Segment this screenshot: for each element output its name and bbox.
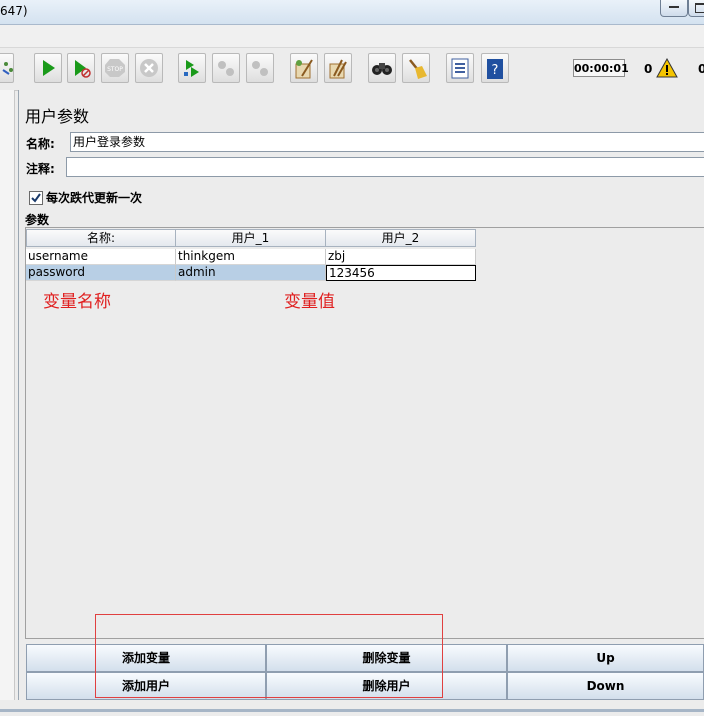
parameters-table xyxy=(25,227,704,639)
search-binoculars-icon xyxy=(372,63,392,75)
warning-count: 0 xyxy=(644,62,653,76)
table-cell-editing[interactable]: 123456 xyxy=(326,265,476,281)
checkbox-label: 每次跌代更新一次 xyxy=(46,191,143,205)
stop-icon: STOP xyxy=(105,59,125,77)
minimize-button[interactable] xyxy=(660,0,688,17)
table-cell[interactable]: username xyxy=(26,249,176,265)
up-button[interactable]: Up xyxy=(507,644,704,672)
remote-stop-icon xyxy=(218,61,234,76)
remote-start-button[interactable] xyxy=(178,53,206,83)
comment-field[interactable] xyxy=(66,157,704,177)
shutdown-icon xyxy=(140,59,158,77)
add-user-button[interactable]: 添加用户 xyxy=(26,672,266,700)
menu-bar xyxy=(0,25,704,48)
remote-stop-button[interactable] xyxy=(212,53,240,83)
window-title: 647) xyxy=(0,4,28,18)
svg-text:?: ? xyxy=(492,63,499,78)
tree-panel-edge xyxy=(0,90,15,716)
update-once-per-iteration-checkbox[interactable] xyxy=(29,191,43,205)
start-no-pauses-icon xyxy=(75,60,91,78)
window-titlebar: 647) xyxy=(0,0,704,25)
elapsed-timer: 00:00:01 xyxy=(573,59,629,77)
stop-button[interactable]: STOP xyxy=(101,53,129,83)
name-field[interactable]: 用户登录参数 xyxy=(70,132,704,152)
remote-start-icon xyxy=(184,60,199,77)
delete-user-button[interactable]: 删除用户 xyxy=(266,672,507,700)
function-helper-button[interactable] xyxy=(446,53,474,83)
start-no-pauses-button[interactable] xyxy=(67,53,95,83)
thread-count: 0 xyxy=(698,62,704,76)
clear-button[interactable] xyxy=(290,53,318,83)
column-header-name[interactable]: 名称: xyxy=(26,229,176,247)
column-header-user-1[interactable]: 用户_1 xyxy=(175,229,326,247)
maximize-button[interactable] xyxy=(688,0,704,17)
add-variable-button[interactable]: 添加变量 xyxy=(26,644,266,672)
status-bar xyxy=(0,700,704,716)
warning-icon[interactable] xyxy=(656,58,678,78)
clear-all-button[interactable] xyxy=(324,53,352,83)
comment-label: 注释: xyxy=(26,162,55,176)
help-button[interactable]: ? xyxy=(481,53,509,83)
table-cell-selected[interactable]: admin xyxy=(176,265,326,281)
annotation-variable-value: 变量值 xyxy=(284,292,335,312)
table-cell-selected[interactable]: password xyxy=(26,265,176,281)
reset-search-broom-icon xyxy=(409,59,427,79)
reset-search-button[interactable] xyxy=(402,53,430,83)
column-header-user-2[interactable]: 用户_2 xyxy=(325,229,476,247)
svg-text:STOP: STOP xyxy=(107,66,123,73)
delete-variable-button[interactable]: 删除变量 xyxy=(266,644,507,672)
start-icon xyxy=(43,60,55,76)
clear-all-icon xyxy=(329,59,347,79)
name-label: 名称: xyxy=(26,137,55,151)
help-icon: ? xyxy=(487,59,503,79)
expand-tree-icon xyxy=(2,62,13,75)
table-cell[interactable]: thinkgem xyxy=(176,249,326,265)
checkmark-icon xyxy=(31,193,41,203)
table-cell[interactable]: zbj xyxy=(326,249,476,265)
start-button[interactable] xyxy=(34,53,62,83)
search-button[interactable] xyxy=(368,53,396,83)
remote-shutdown-button[interactable] xyxy=(246,53,274,83)
page-title: 用户参数 xyxy=(25,107,90,126)
toolbar: STOP ? 00:00:01 0 0 xyxy=(0,48,704,91)
function-helper-icon xyxy=(451,58,469,79)
down-button[interactable]: Down xyxy=(507,672,704,700)
parameters-label: 参数 xyxy=(25,213,50,227)
window-bottom-border xyxy=(0,709,704,712)
clear-icon xyxy=(295,59,313,79)
shutdown-button[interactable] xyxy=(135,53,163,83)
expand-tree-button[interactable] xyxy=(0,53,14,83)
remote-shutdown-icon xyxy=(252,61,268,76)
annotation-variable-name: 变量名称 xyxy=(43,292,111,312)
